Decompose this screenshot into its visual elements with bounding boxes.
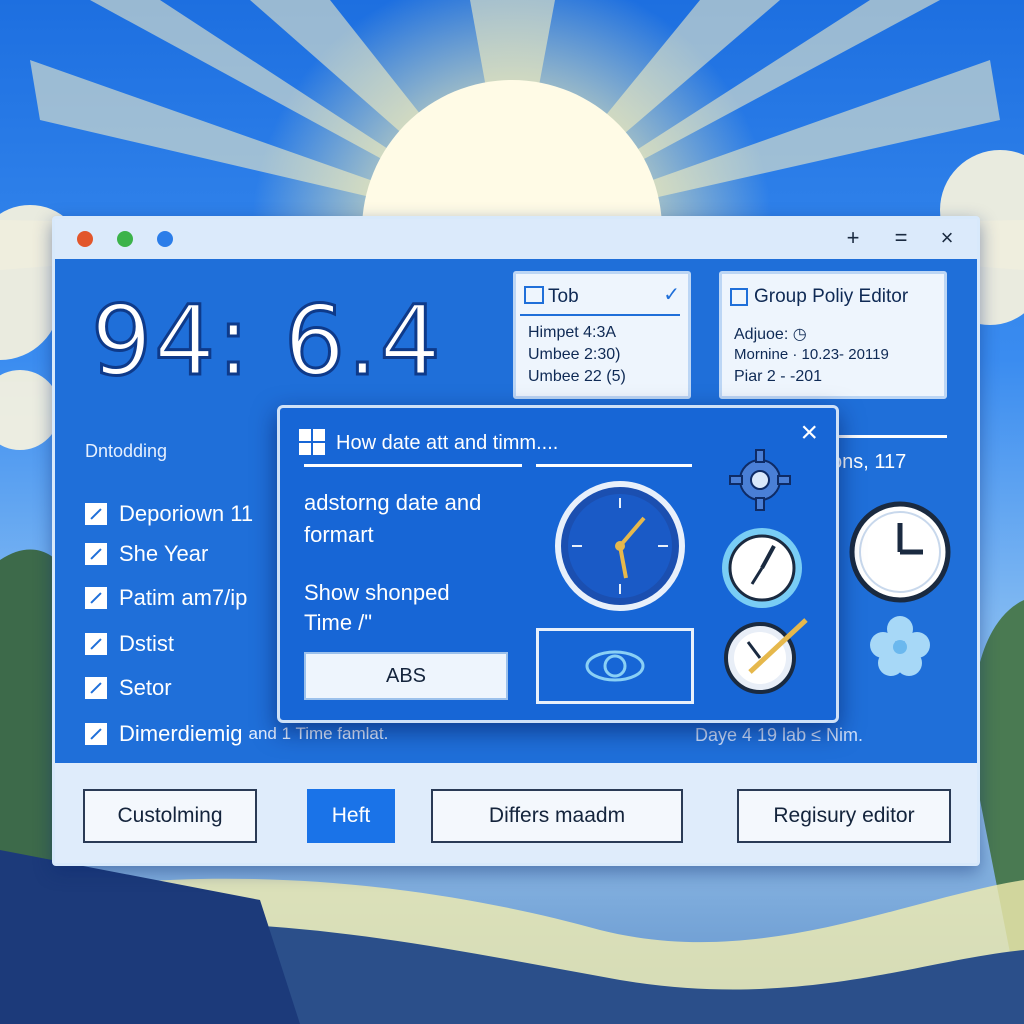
group-policy-title: Group Poliy Editor (754, 286, 909, 307)
dialog-subtext: Time /" (304, 610, 373, 635)
policy-icon (730, 288, 748, 306)
window-dot-green[interactable] (117, 231, 133, 247)
dialog-divider (304, 464, 522, 467)
dialog-title: How date att and timm.... (336, 432, 559, 454)
tab-icon (524, 286, 544, 304)
add-icon[interactable]: + (841, 225, 865, 251)
tab-panel[interactable]: Tob ✓ Himpet 4:3A Umbee 2:30) Umbee 22 (… (513, 271, 691, 399)
dialog-divider (536, 464, 692, 467)
dialog-subtext: Show shonped (304, 580, 450, 605)
checkbox-label: Patim am7/ip (119, 585, 248, 610)
checkbox-icon[interactable] (85, 503, 107, 525)
customizing-button[interactable]: Custolming (83, 789, 257, 843)
flower-icon (870, 616, 930, 676)
registry-editor-button[interactable]: Regisury editor (737, 789, 951, 843)
tab-line: Umbee 22 (5) (528, 368, 626, 385)
checkbox-item[interactable]: Patim am7/ip (85, 585, 247, 611)
policy-line: Adjuoe: ◷ (734, 326, 807, 343)
right-label: ons, 117 (831, 451, 907, 473)
wall-clock-icon (849, 501, 951, 603)
gear-icon[interactable] (728, 448, 792, 512)
app-window: + = × 94: 6.4 Tob ✓ Himpet 4:3A Umbee 2:… (52, 216, 980, 866)
section-label: Dntodding (85, 441, 168, 461)
eye-icon (585, 650, 645, 682)
trailing-note: and 1 Time famlat. (248, 724, 389, 743)
checkbox-item[interactable]: Setor (85, 675, 172, 701)
window-dot-red[interactable] (77, 231, 93, 247)
close-icon[interactable]: × (935, 225, 959, 251)
checkbox-label: Setor (119, 675, 172, 700)
windows-logo-icon (299, 429, 325, 455)
checkbox-label: She Year (119, 541, 209, 566)
big-clock-display: 94: 6.4 (90, 284, 443, 399)
checkbox-item[interactable]: She Year (85, 541, 208, 567)
checkbox-item[interactable]: Dstist (85, 631, 174, 657)
right-divider (829, 435, 947, 438)
checkbox-icon[interactable] (85, 633, 107, 655)
window-dot-blue[interactable] (157, 231, 173, 247)
checkbox-icon[interactable] (85, 677, 107, 699)
clock-pen-icon (724, 618, 808, 694)
checkmark-icon: ✓ (663, 284, 680, 306)
dialog-heading: formart (304, 522, 374, 547)
checkbox-item[interactable]: Dimerdiemig and 1 Time famlat. (85, 721, 388, 747)
dialog-heading: adstorng date and (304, 490, 482, 515)
panel-divider (520, 314, 680, 316)
right-bottom-label: Daye 4 19 lab ≤ Nim. (695, 725, 863, 745)
heft-button[interactable]: Heft (307, 789, 395, 843)
checkbox-item[interactable]: Deporiown 11 (85, 501, 253, 527)
tab-line: Himpet 4:3A (528, 324, 617, 341)
dialog-close-icon[interactable]: × (800, 416, 818, 450)
checkbox-icon[interactable] (85, 543, 107, 565)
checkbox-label: Deporiown 11 (119, 501, 254, 526)
eye-toggle-button[interactable] (536, 628, 694, 704)
differs-button[interactable]: Differs maadm (431, 789, 683, 843)
title-bar: + = × (55, 219, 977, 259)
stopwatch-icon (722, 528, 802, 608)
abs-button[interactable]: ABS (304, 652, 508, 700)
checkbox-icon[interactable] (85, 587, 107, 609)
group-policy-panel[interactable]: Group Poliy Editor Adjuoe: ◷ Mornine · 1… (719, 271, 947, 399)
policy-line: Piar 2 - -201 (734, 368, 823, 385)
checkbox-label: Dstist (119, 631, 174, 656)
date-time-dialog: How date att and timm.... × adstorng dat… (277, 405, 839, 723)
tab-panel-title: Tob (548, 286, 579, 307)
policy-line: Mornine · 10.23- 20119 (734, 346, 889, 363)
minimize-icon[interactable]: = (889, 225, 913, 251)
checkbox-label: Dimerdiemig (119, 721, 243, 746)
tab-line: Umbee 2:30) (528, 346, 621, 363)
checkbox-icon[interactable] (85, 723, 107, 745)
footer-bar: Custolming Heft Differs maadm Regisury e… (55, 763, 977, 863)
analog-clock-icon (555, 481, 685, 611)
